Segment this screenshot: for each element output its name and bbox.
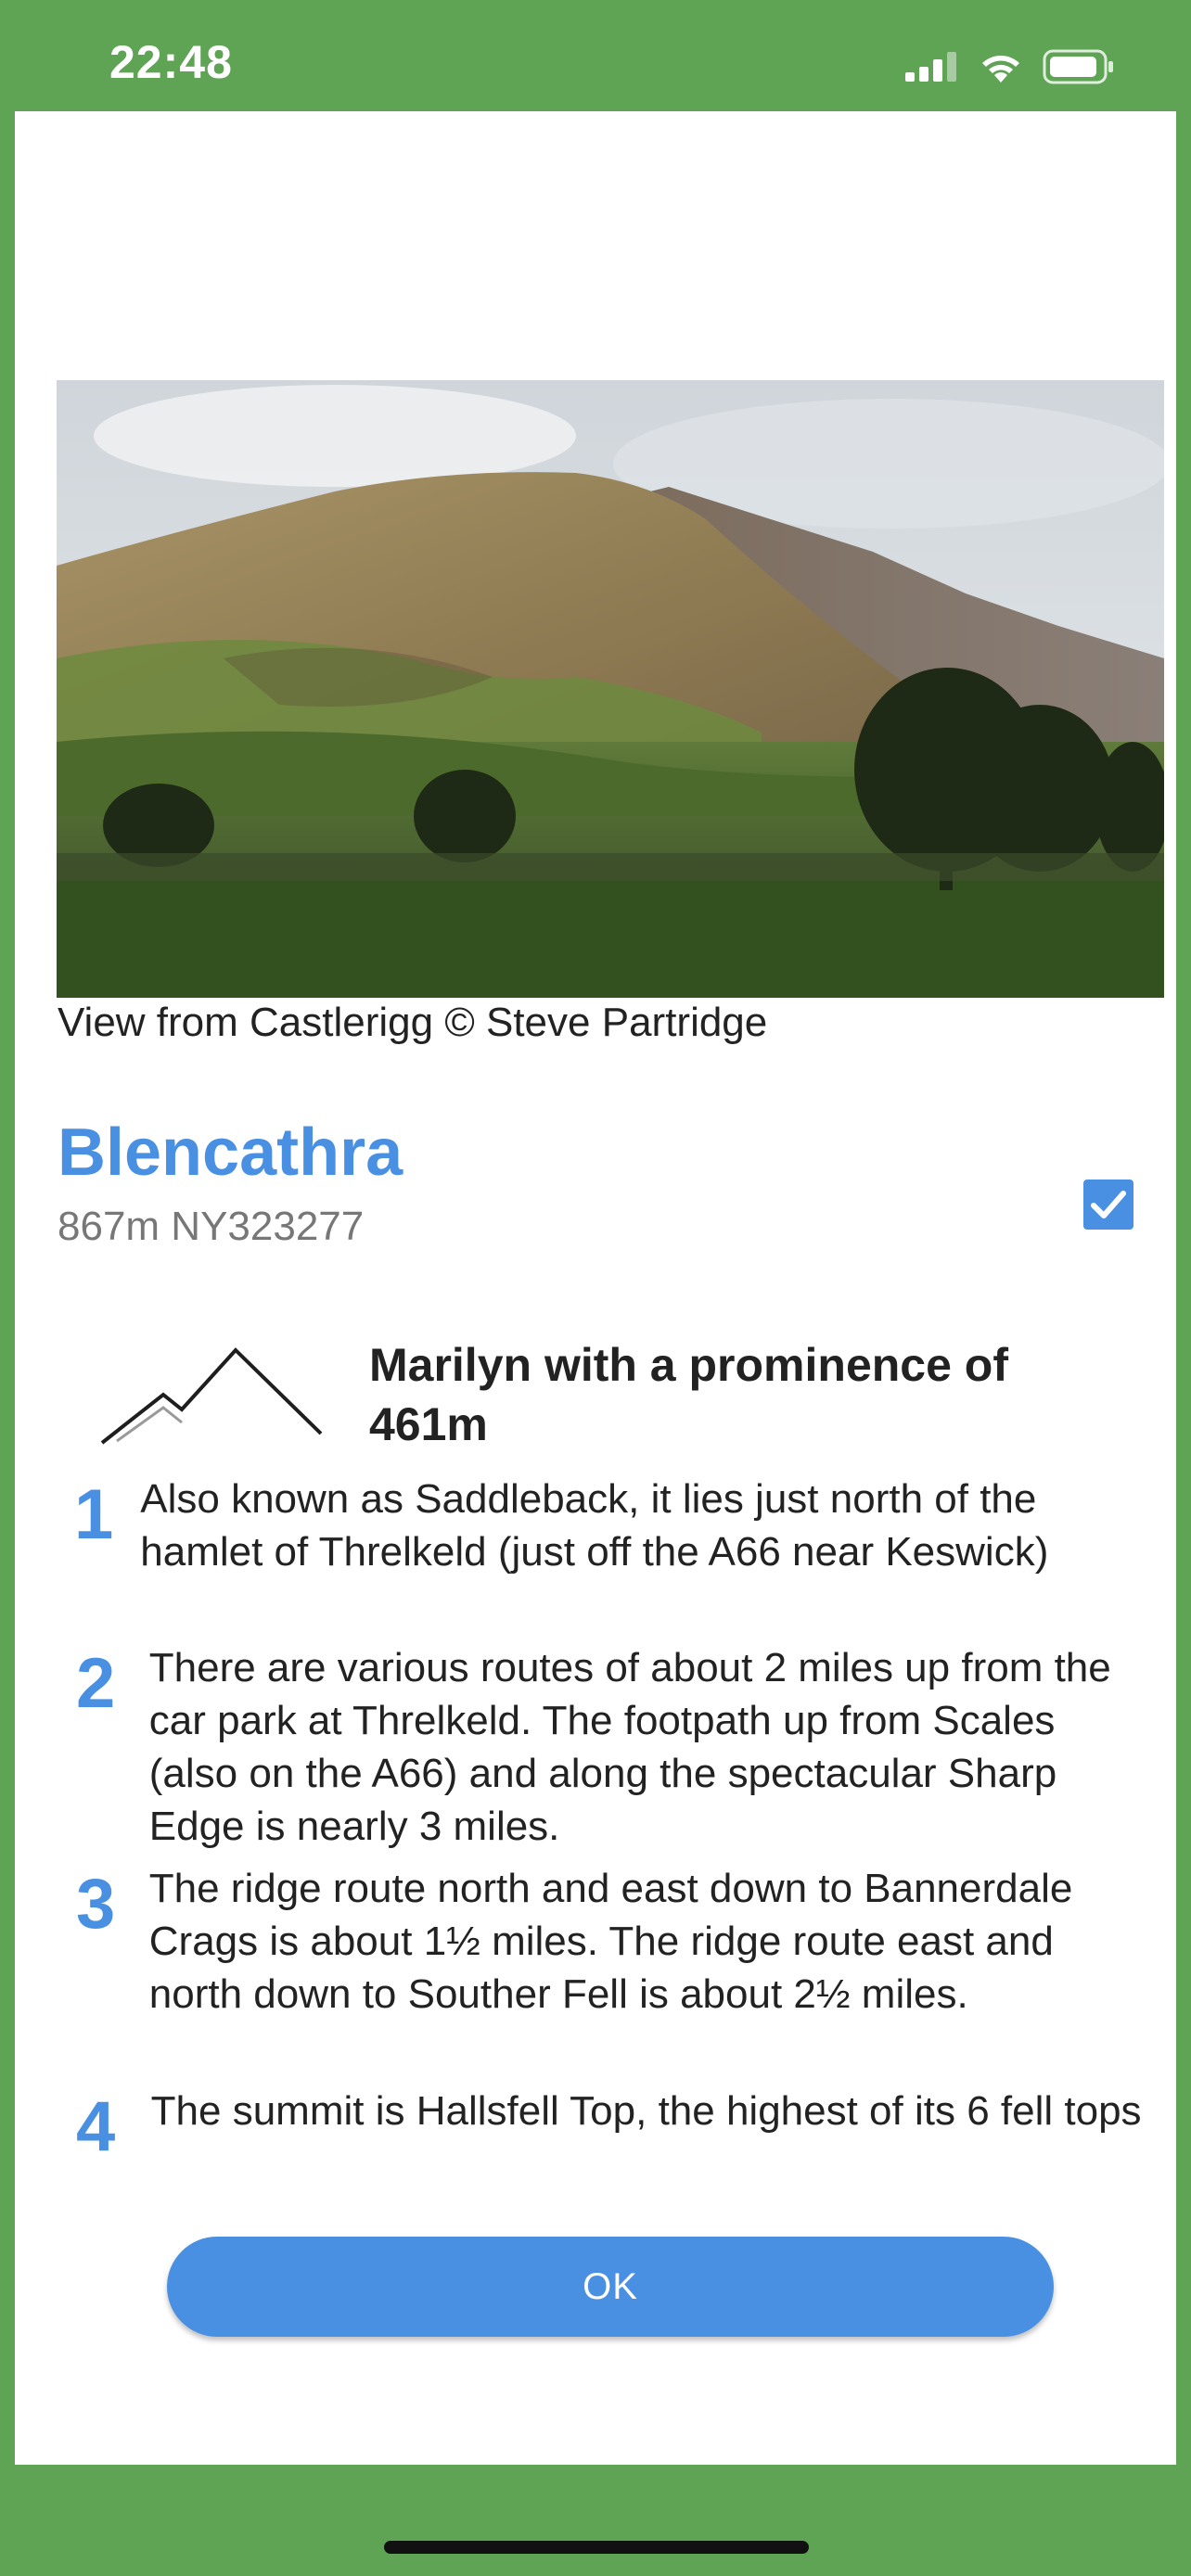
fact-item: 1 Also known as Saddleback, it lies just… bbox=[74, 1473, 1150, 1578]
fact-text: The ridge route north and east down to B… bbox=[148, 1866, 1073, 2017]
fact-text: Also known as Saddleback, it lies just n… bbox=[140, 1476, 1049, 1575]
fact-text: There are various routes of about 2 mile… bbox=[148, 1645, 1111, 1849]
hill-detail-sheet: View from Castlerigg © Steve Partridge B… bbox=[15, 111, 1176, 2465]
checkmark-icon bbox=[1091, 1191, 1126, 1218]
wifi-icon bbox=[982, 56, 1019, 83]
fact-number: 4 bbox=[76, 2087, 116, 2166]
fact-item: 3 The ridge route north and east down to… bbox=[76, 1862, 1152, 2021]
climbed-checkbox[interactable] bbox=[1083, 1180, 1133, 1230]
mountain-icon bbox=[98, 1337, 325, 1452]
fact-text: The summit is Hallsfell Top, the highest… bbox=[150, 2088, 1142, 2134]
status-bar: 22:48 bbox=[0, 0, 1191, 109]
home-indicator[interactable] bbox=[384, 2541, 809, 2554]
hill-height-gridref: 867m NY323277 bbox=[58, 1204, 365, 1249]
hill-photo bbox=[57, 380, 1164, 998]
fact-number: 1 bbox=[74, 1475, 114, 1554]
status-icons bbox=[905, 48, 1115, 85]
classification-text: Marilyn with a prominence of 461m bbox=[369, 1339, 1008, 1450]
fact-item: 2 There are various routes of about 2 mi… bbox=[76, 1641, 1152, 1853]
hill-name: Blencathra bbox=[58, 1116, 403, 1190]
cellular-signal-icon bbox=[905, 52, 956, 82]
fact-number: 3 bbox=[76, 1865, 116, 1944]
status-time: 22:48 bbox=[109, 36, 233, 88]
fact-number: 2 bbox=[76, 1644, 116, 1723]
photo-caption: View from Castlerigg © Steve Partridge bbox=[58, 1000, 768, 1045]
ok-button[interactable]: OK bbox=[167, 2237, 1054, 2337]
fact-item: 4 The summit is Hallsfell Top, the highe… bbox=[76, 2085, 1152, 2162]
battery-icon bbox=[1043, 49, 1113, 84]
